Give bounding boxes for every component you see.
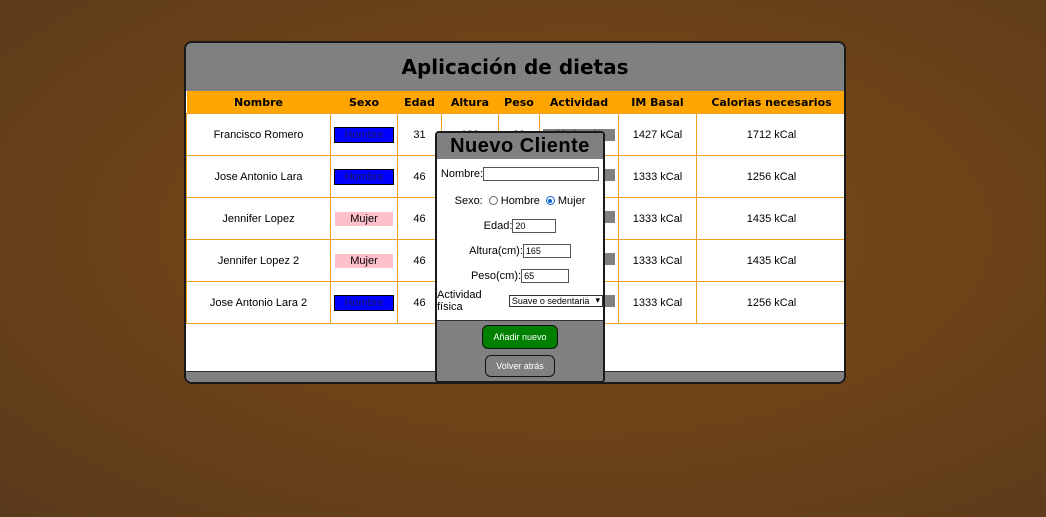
cell-nombre: Jose Antonio Lara 2 bbox=[186, 281, 331, 324]
cell-sexo: Hombre bbox=[330, 281, 398, 324]
cell-nombre: Jennifer Lopez 2 bbox=[186, 239, 331, 282]
cell-im-basal: 1427 kCal bbox=[618, 113, 697, 156]
altura-label: Altura(cm): bbox=[469, 244, 523, 257]
altura-stepper[interactable] bbox=[522, 243, 571, 258]
table-header-row: Nombre Sexo Edad Altura Peso Actividad I… bbox=[186, 91, 844, 114]
cell-sexo: Mujer bbox=[330, 197, 398, 240]
sex-badge: Hombre bbox=[334, 294, 394, 311]
cell-im-basal: 1333 kCal bbox=[618, 197, 697, 240]
back-button[interactable]: Volver atrás bbox=[485, 355, 555, 377]
edad-label: Edad: bbox=[483, 219, 513, 232]
cell-calorias: 1256 kCal bbox=[696, 281, 844, 324]
column-header-calorias: Calorias necesarios bbox=[696, 91, 844, 114]
cell-im-basal: 1333 kCal bbox=[618, 155, 697, 198]
sexo-label: Sexo: bbox=[454, 194, 483, 207]
column-header-nombre: Nombre bbox=[186, 91, 331, 114]
peso-input[interactable] bbox=[521, 268, 570, 283]
new-client-form: Nombre: Sexo: Hombre Mujer Edad: Altura(… bbox=[437, 161, 603, 313]
sexo-hombre-label[interactable]: Hombre bbox=[501, 195, 540, 207]
column-header-peso: Peso bbox=[498, 91, 540, 114]
sexo-mujer-label[interactable]: Mujer bbox=[558, 195, 586, 207]
sexo-hombre-radio[interactable] bbox=[488, 196, 498, 205]
new-client-modal: Nuevo Cliente Nombre: Sexo: Hombre Mujer… bbox=[435, 131, 605, 383]
cell-nombre: Jennifer Lopez bbox=[186, 197, 331, 240]
sexo-mujer-radio[interactable] bbox=[545, 196, 555, 205]
actividad-label: Actividad física bbox=[437, 288, 482, 313]
column-header-altura: Altura bbox=[441, 91, 499, 114]
edad-input[interactable] bbox=[512, 218, 557, 233]
chevron-down-icon: ▾ bbox=[595, 295, 600, 305]
cell-sexo: Hombre bbox=[330, 113, 398, 156]
column-header-sexo: Sexo bbox=[330, 91, 398, 114]
cell-calorias: 1435 kCal bbox=[696, 239, 844, 282]
cell-im-basal: 1333 kCal bbox=[618, 239, 697, 282]
column-header-actividad: Actividad bbox=[539, 91, 619, 114]
cell-sexo: Mujer bbox=[330, 239, 398, 282]
cell-im-basal: 1333 kCal bbox=[618, 281, 697, 324]
sex-badge: Mujer bbox=[335, 211, 393, 226]
sex-badge: Hombre bbox=[334, 168, 394, 185]
column-header-im-basal: IM Basal bbox=[618, 91, 697, 114]
cell-sexo: Hombre bbox=[330, 155, 398, 198]
column-header-edad: Edad bbox=[397, 91, 442, 114]
nombre-input[interactable] bbox=[483, 166, 600, 181]
cell-nombre: Francisco Romero bbox=[186, 113, 331, 156]
nombre-label: Nombre: bbox=[440, 167, 484, 180]
peso-label: Peso(cm): bbox=[470, 269, 522, 282]
app-title: Aplicación de dietas bbox=[186, 43, 844, 91]
add-new-button[interactable]: Añadir nuevo bbox=[482, 325, 558, 349]
cell-calorias: 1256 kCal bbox=[696, 155, 844, 198]
cell-calorias: 1435 kCal bbox=[696, 197, 844, 240]
modal-actions: Añadir nuevo Volver atrás bbox=[437, 320, 603, 381]
actividad-selected-value: Suave o sedentaria bbox=[511, 295, 590, 306]
sex-badge: Mujer bbox=[335, 253, 393, 268]
sex-badge: Hombre bbox=[334, 126, 394, 143]
cell-nombre: Jose Antonio Lara bbox=[186, 155, 331, 198]
cell-calorias: 1712 kCal bbox=[696, 113, 844, 156]
modal-title: Nuevo Cliente bbox=[437, 133, 603, 159]
actividad-select[interactable]: Suave o sedentaria ▾ bbox=[508, 294, 603, 307]
